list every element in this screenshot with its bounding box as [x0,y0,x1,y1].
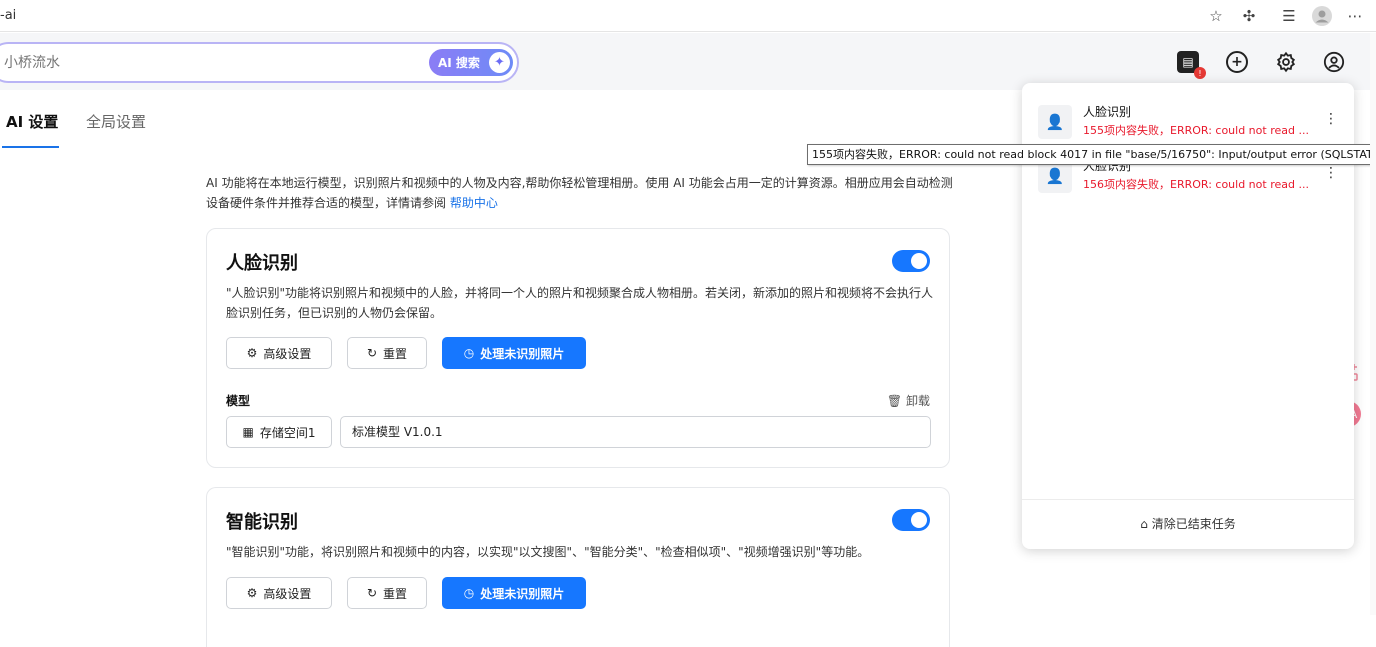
model-label: 模型 [226,394,251,408]
error-tooltip: 155项内容失败，ERROR: could not read block 401… [807,144,1376,165]
panel-divider [1022,499,1354,500]
task-more-icon[interactable]: ⋮ [1324,165,1338,181]
storage-selector[interactable]: ▦ 存储空间1 [226,416,332,448]
ai-search-button[interactable]: AI 搜索 ✦ [429,49,513,76]
settings-gear-icon[interactable] [1273,49,1299,75]
smart-card-title: 智能识别 [226,512,298,533]
ai-search-label: AI 搜索 [438,56,480,70]
smart-reset-button[interactable]: ↻ 重置 [347,577,427,609]
address-bar[interactable]: -ai [0,8,16,23]
trash-icon: 🗑 [886,394,903,408]
ai-intro-text: AI 功能将在本地运行模型，识别照片和视频中的人物及内容,帮助你轻松管理相册。使… [206,173,956,213]
scrollbar[interactable] [1370,33,1376,615]
task-error: 155项内容失败，ERROR: could not read ... [1083,124,1309,137]
unload-button[interactable]: 🗑 卸载 [887,392,930,409]
face-card-description: "人脸识别"功能将识别照片和视频中的人脸，并将同一个人的照片和视频聚合成人物相册… [226,286,934,320]
check-circle-icon: ◷ [463,346,475,360]
active-tab-indicator [2,146,59,148]
face-reset-button[interactable]: ↻ 重置 [347,337,427,369]
face-thumbnail-icon: 👤 [1038,105,1072,139]
clear-label: 清除已结束任务 [1151,517,1236,531]
face-card-title: 人脸识别 [226,253,298,274]
refresh-icon: ↻ [366,586,378,600]
clear-finished-tasks-button[interactable]: ⌂ 清除已结束任务 [1022,515,1354,532]
sparkle-icon: ✦ [489,52,510,73]
profile-avatar-icon[interactable] [1311,5,1333,27]
app-header: AI 搜索 ✦ ▤ ! + [0,33,1370,90]
face-reset-label: 重置 [383,346,408,361]
more-menu-icon[interactable]: ⋯ [1344,5,1366,27]
task-item: 👤 人脸识别 155项内容失败，ERROR: could not read ..… [1038,103,1338,143]
smart-recognition-toggle[interactable] [892,509,930,531]
user-account-icon[interactable] [1321,49,1347,75]
settings-icon: ⚙ [246,586,258,600]
add-icon[interactable]: + [1224,49,1250,75]
storage-label: 存储空间1 [259,425,316,440]
check-circle-icon: ◷ [463,586,475,600]
smart-process-unrecognized-button[interactable]: ◷ 处理未识别照片 [442,577,586,609]
face-recognition-card: 人脸识别 "人脸识别"功能将识别照片和视频中的人脸，并将同一个人的照片和视频聚合… [206,228,950,468]
favorites-list-icon[interactable]: ☰ [1278,5,1300,27]
smart-process-label: 处理未识别照片 [480,586,565,601]
unload-label: 卸载 [905,394,930,408]
task-more-icon[interactable]: ⋮ [1324,111,1338,127]
search-box[interactable]: AI 搜索 ✦ [0,42,519,83]
settings-icon: ⚙ [246,346,258,360]
plus-icon: + [1226,51,1248,73]
task-name: 人脸识别 [1083,105,1132,119]
error-badge-icon: ! [1194,67,1206,79]
face-process-unrecognized-button[interactable]: ◷ 处理未识别照片 [442,337,586,369]
smart-advanced-label: 高级设置 [263,586,312,601]
search-input[interactable] [4,53,404,73]
task-error: 156项内容失败，ERROR: could not read ... [1083,178,1309,191]
task-center-icon[interactable]: ▤ ! [1175,49,1206,79]
smart-advanced-settings-button[interactable]: ⚙ 高级设置 [226,577,332,609]
smart-recognition-card: 智能识别 "智能识别"功能，将识别照片和视频中的内容，以实现"以文搜图"、"智能… [206,487,950,647]
model-select[interactable]: 标准模型 V1.0.1 [340,416,931,448]
face-advanced-settings-button[interactable]: ⚙ 高级设置 [226,337,332,369]
tab-global-settings[interactable]: 全局设置 [86,111,146,132]
refresh-icon: ↻ [366,346,378,360]
face-process-label: 处理未识别照片 [480,346,565,361]
help-center-link[interactable]: 帮助中心 [450,196,498,210]
broom-icon: ⌂ [1140,517,1148,531]
favorite-star-icon[interactable]: ☆ [1205,5,1227,27]
face-advanced-label: 高级设置 [263,346,312,361]
browser-toolbar: -ai ☆ ✣ ☰ ⋯ [0,0,1376,32]
smart-reset-label: 重置 [383,586,408,601]
extensions-icon[interactable]: ✣ [1238,5,1260,27]
settings-tabs: AI 设置 全局设置 [0,90,1020,150]
intro-body: AI 功能将在本地运行模型，识别照片和视频中的人物及内容,帮助你轻松管理相册。使… [206,176,953,210]
storage-icon: ▦ [242,425,254,439]
face-recognition-toggle[interactable] [892,250,930,272]
smart-card-description: "智能识别"功能，将识别照片和视频中的内容，以实现"以文搜图"、"智能分类"、"… [226,545,870,559]
tab-ai-settings[interactable]: AI 设置 [6,111,58,132]
